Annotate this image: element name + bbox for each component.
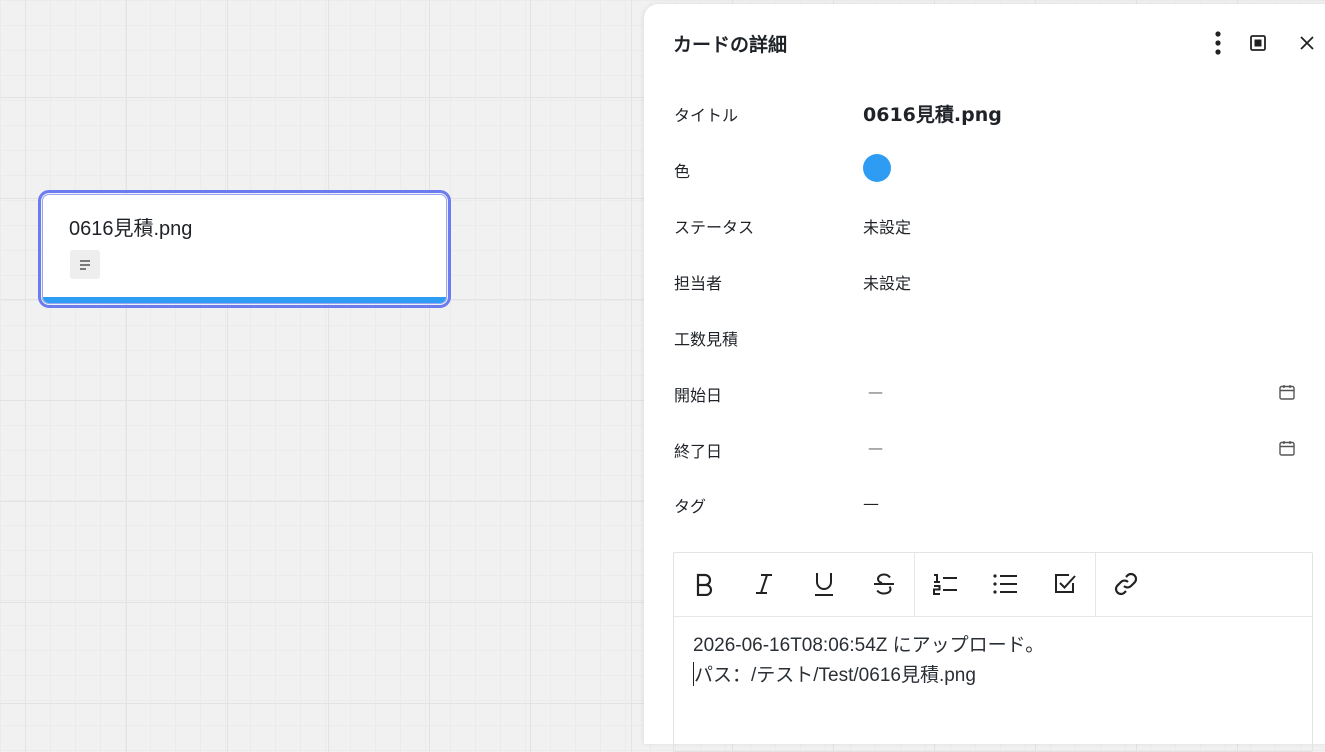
editor-toolbar: [674, 553, 1312, 617]
close-icon[interactable]: [1294, 30, 1320, 56]
editor-line: パス：/テスト/Test/0616見積.png: [694, 665, 976, 686]
description-lines-icon: [70, 250, 100, 279]
maximize-icon[interactable]: [1245, 30, 1271, 56]
estimate-label: 工数見積: [674, 330, 739, 349]
color-swatch[interactable]: [863, 154, 891, 182]
checkbox-icon[interactable]: [1049, 568, 1081, 600]
board-card[interactable]: 0616見積.png: [38, 190, 451, 308]
title-label: タイトル: [674, 106, 739, 125]
panel-title: カードの詳細: [673, 34, 788, 56]
bold-icon[interactable]: [688, 568, 720, 600]
link-icon[interactable]: [1110, 568, 1142, 600]
end-date-value[interactable]: —: [868, 439, 883, 457]
description-editor[interactable]: 2026-06-16T08:06:54Z にアップロード。 パス：/テスト/Te…: [673, 552, 1313, 752]
card-detail-panel: カードの詳細 タイトル 0616見積.png 色 ステータス 未設定 担当者 未…: [644, 4, 1325, 752]
bullet-list-icon[interactable]: [989, 568, 1021, 600]
card-color-bar: [43, 297, 446, 303]
more-vertical-icon[interactable]: [1205, 30, 1231, 56]
title-value[interactable]: 0616見積.png: [863, 100, 1002, 127]
editor-line: 2026-06-16T08:06:54Z にアップロード。: [693, 635, 1045, 656]
italic-icon[interactable]: [748, 568, 780, 600]
assignee-value[interactable]: 未設定: [863, 270, 911, 294]
strikethrough-icon[interactable]: [868, 568, 900, 600]
status-label: ステータス: [674, 218, 755, 237]
start-date-label: 開始日: [674, 386, 723, 405]
calendar-icon[interactable]: [1276, 381, 1298, 403]
numbered-list-icon[interactable]: [929, 568, 961, 600]
tags-label: タグ: [674, 497, 707, 516]
board-card-title: 0616見積.png: [69, 218, 193, 240]
status-value[interactable]: 未設定: [863, 214, 911, 238]
end-date-label: 終了日: [674, 442, 723, 461]
calendar-icon[interactable]: [1276, 437, 1298, 459]
tags-value[interactable]: —: [863, 494, 879, 513]
start-date-value[interactable]: —: [868, 383, 883, 401]
underline-icon[interactable]: [808, 568, 840, 600]
editor-content[interactable]: 2026-06-16T08:06:54Z にアップロード。 パス：/テスト/Te…: [693, 631, 1044, 691]
assignee-label: 担当者: [674, 274, 723, 293]
color-label: 色: [674, 162, 691, 181]
